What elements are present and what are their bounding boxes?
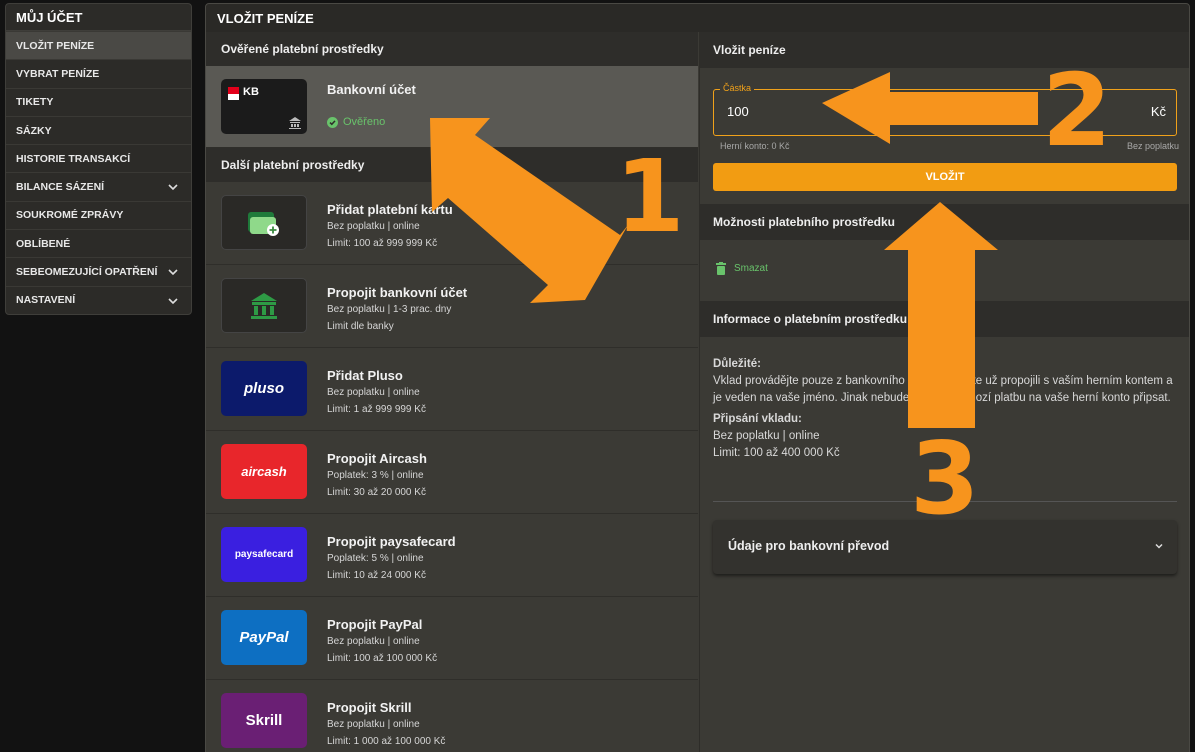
- currency-label: Kč: [1150, 104, 1166, 119]
- annotation-number-1: 1: [615, 138, 685, 255]
- method-link-bank[interactable]: Propojit bankovní účet Bez poplatku | 1-…: [206, 265, 698, 348]
- method-paysafecard[interactable]: paysafecard Propojit paysafecard Poplate…: [206, 514, 698, 597]
- sidebar-item-label: VYBRAT PENÍZE: [16, 67, 100, 80]
- paypal-logo: PayPal: [221, 610, 307, 665]
- method-paypal[interactable]: PayPal Propojit PayPal Bez poplatku | on…: [206, 597, 698, 680]
- account-sidebar: MŮJ ÚČET VLOŽIT PENÍZE VYBRAT PENÍZE TIK…: [5, 3, 192, 315]
- sidebar-item-tickets[interactable]: TIKETY: [6, 87, 191, 116]
- method-fee: Bez poplatku | online: [327, 719, 420, 730]
- method-name: Propojit Aircash: [327, 451, 427, 466]
- method-fee: Bez poplatku | online: [327, 636, 420, 647]
- method-fee: Poplatek: 3 % | online: [327, 470, 424, 481]
- method-fee: Bez poplatku | online: [327, 387, 420, 398]
- method-name: Propojit Skrill: [327, 700, 412, 715]
- page-title: VLOŽIT PENÍZE: [206, 4, 1189, 32]
- important-label: Důležité:: [713, 358, 761, 370]
- method-fee: Bez poplatku | 1-3 prac. dny: [327, 304, 452, 315]
- sidebar-item-messages[interactable]: SOUKROMÉ ZPRÁVY: [6, 200, 191, 229]
- verified-bank-account[interactable]: KB Bankovní účet Ověřeno: [206, 66, 698, 148]
- sidebar-item-label: VLOŽIT PENÍZE: [16, 39, 95, 52]
- chevron-down-icon: [168, 298, 178, 304]
- method-limit: Limit: 10 až 24 000 Kč: [327, 570, 426, 581]
- annotation-number-2: 2: [1042, 52, 1112, 169]
- important-text: Vklad provádějte pouze z bankovního účtu…: [713, 375, 1173, 404]
- amount-value: 100: [727, 104, 749, 119]
- sidebar-item-deposit[interactable]: VLOŽIT PENÍZE: [6, 31, 191, 60]
- bank-icon: [251, 293, 277, 319]
- method-name: Propojit PayPal: [327, 617, 423, 632]
- deposit-form-column: Vložit peníze 100 Kč Částka Herní konto:…: [699, 32, 1189, 752]
- verified-status: Ověřeno: [327, 116, 385, 128]
- method-limit: Limit: 1 až 999 999 Kč: [327, 404, 426, 415]
- method-fee: Poplatek: 5 % | online: [327, 553, 424, 564]
- sidebar-title: MŮJ ÚČET: [6, 4, 191, 31]
- trash-icon: [716, 262, 726, 275]
- sidebar-item-label: SÁZKY: [16, 124, 52, 137]
- chevron-down-icon: [1155, 543, 1163, 549]
- payment-info-heading: Informace o platebním prostředku: [700, 301, 1189, 337]
- sidebar-item-withdraw[interactable]: VYBRAT PENÍZE: [6, 59, 191, 87]
- sidebar-item-bets[interactable]: SÁZKY: [6, 115, 191, 144]
- chevron-down-icon: [168, 269, 178, 276]
- sidebar-item-betting-balance[interactable]: BILANCE SÁZENÍ: [6, 172, 191, 200]
- kb-logo: KB: [221, 79, 307, 134]
- card-logo: [221, 195, 307, 250]
- check-circle-icon: [327, 116, 338, 128]
- method-limit: Limit: 100 až 100 000 Kč: [327, 653, 438, 664]
- method-limit: Limit: 1 000 až 100 000 Kč: [327, 736, 446, 747]
- pluso-logo: pluso: [221, 361, 307, 416]
- sidebar-item-label: OBLÍBENÉ: [16, 237, 71, 250]
- method-limit: Limit: 30 až 20 000 Kč: [327, 487, 426, 498]
- sidebar-item-favorites[interactable]: OBLÍBENÉ: [6, 229, 191, 257]
- sidebar-item-label: BILANCE SÁZENÍ: [16, 181, 105, 194]
- method-skrill[interactable]: Skrill Propojit Skrill Bez poplatku | on…: [206, 680, 698, 752]
- verified-methods-heading: Ověřené platební prostředky: [206, 32, 698, 66]
- method-name: Propojit paysafecard: [327, 534, 456, 549]
- sidebar-item-history[interactable]: HISTORIE TRANSAKCÍ: [6, 144, 191, 172]
- method-name: Přidat platební kartu: [327, 202, 453, 217]
- sidebar-item-settings[interactable]: NASTAVENÍ: [6, 285, 191, 314]
- bank-logo: [221, 278, 307, 333]
- deposit-heading: Vložit peníze: [700, 32, 1189, 68]
- sidebar-item-label: SEBEOMEZUJÍCÍ OPATŘENÍ: [16, 266, 158, 279]
- annotation-number-3: 3: [910, 420, 980, 537]
- sidebar-item-label: SOUKROMÉ ZPRÁVY: [16, 209, 124, 222]
- method-name: Propojit bankovní účet: [327, 285, 468, 300]
- game-account-balance: Herní konto: 0 Kč: [720, 141, 790, 151]
- sidebar-item-label: HISTORIE TRANSAKCÍ: [16, 152, 131, 165]
- method-limit: Limit dle banky: [327, 321, 394, 332]
- chevron-down-icon: [168, 184, 178, 191]
- method-name: Bankovní účet: [327, 82, 416, 97]
- card-icon: [248, 212, 279, 236]
- payment-options-heading: Možnosti platebního prostředku: [700, 204, 1189, 240]
- sidebar-item-label: NASTAVENÍ: [16, 294, 76, 307]
- deposit-page: MŮJ ÚČET VLOŽIT PENÍZE VYBRAT PENÍZE TIK…: [0, 0, 1195, 752]
- skrill-logo: Skrill: [221, 693, 307, 748]
- sidebar-item-label: TIKETY: [16, 96, 54, 109]
- method-pluso[interactable]: pluso Přidat Pluso Bez poplatku | online…: [206, 348, 698, 431]
- method-aircash[interactable]: aircash Propojit Aircash Poplatek: 3 % |…: [206, 431, 698, 514]
- kb-logo-text: KB: [243, 86, 259, 98]
- bank-icon: [289, 117, 301, 129]
- fee-hint: Bez poplatku: [1126, 141, 1179, 151]
- bank-transfer-label: Údaje pro bankovní převod: [728, 539, 890, 553]
- method-fee: Bez poplatku | online: [327, 221, 420, 232]
- amount-label: Částka: [720, 83, 755, 93]
- aircash-logo: aircash: [221, 444, 307, 499]
- method-limit: Limit: 100 až 999 999 Kč: [327, 238, 438, 249]
- kb-flag-icon: [228, 87, 239, 100]
- delete-label: Smazat: [734, 263, 768, 274]
- sidebar-item-self-limits[interactable]: SEBEOMEZUJÍCÍ OPATŘENÍ: [6, 257, 191, 285]
- paysafecard-logo: paysafecard: [221, 527, 307, 582]
- method-name: Přidat Pluso: [327, 368, 403, 383]
- verified-label: Ověřeno: [343, 116, 386, 128]
- delete-button[interactable]: Smazat: [716, 262, 768, 275]
